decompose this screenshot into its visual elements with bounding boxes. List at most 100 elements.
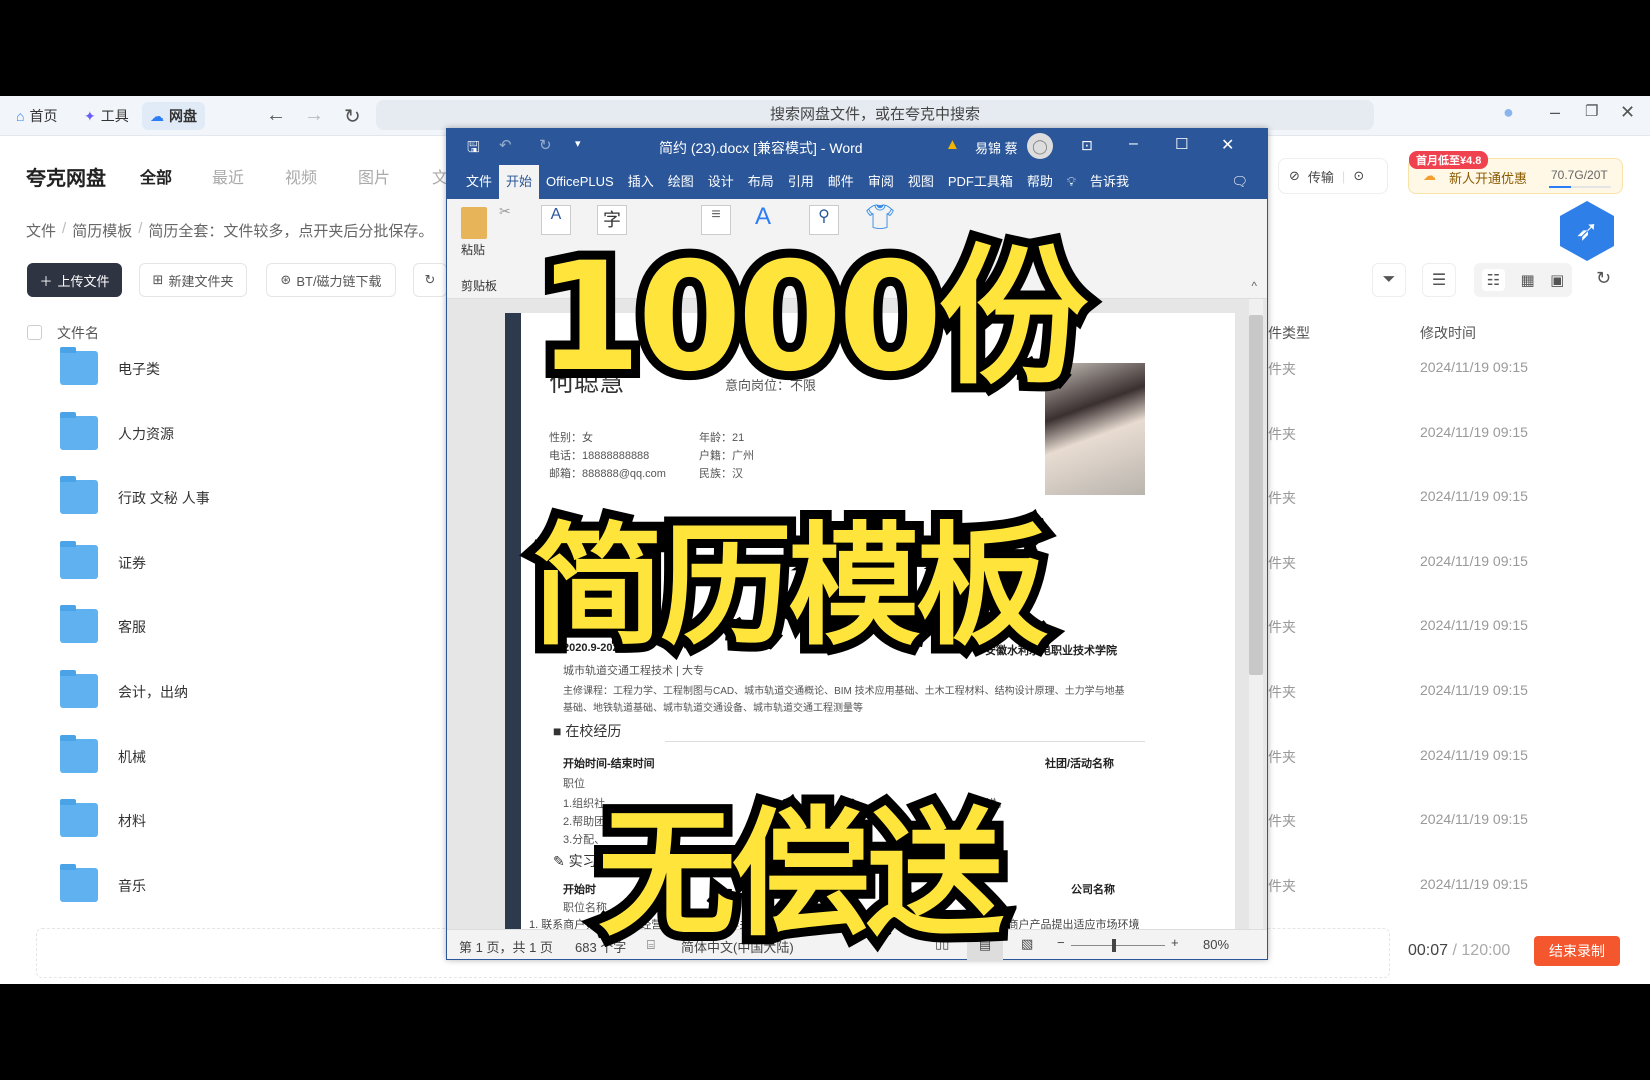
tab-all[interactable]: 全部: [140, 164, 172, 188]
zoom-out-icon[interactable]: −: [1057, 935, 1065, 950]
customize-qat-icon[interactable]: ▾: [575, 137, 581, 150]
reload-list-icon[interactable]: ↻: [1596, 268, 1611, 289]
preview-view-icon[interactable]: ▣: [1550, 271, 1564, 289]
tab-image[interactable]: 图片: [358, 164, 390, 188]
menu-officeplus[interactable]: OfficePLUS: [539, 165, 621, 199]
search-input[interactable]: 搜索网盘文件，或在夸克中搜索: [376, 100, 1374, 130]
back-icon[interactable]: ←: [266, 104, 286, 127]
upload-button[interactable]: ＋上传文件: [27, 263, 122, 297]
file-date: 2024/11/19 09:15: [1420, 423, 1528, 440]
settings-icon[interactable]: ⊙: [1353, 168, 1364, 184]
file-type: 件夹: [1268, 490, 1296, 507]
word-ribbon-tabs: 文件 开始 OfficePLUS 插入 绘图 设计 布局 引用 邮件 审阅 视图…: [447, 165, 1267, 199]
zoom-slider[interactable]: [1071, 939, 1165, 952]
grid-view-icon[interactable]: ▦: [1521, 271, 1535, 289]
menu-draw[interactable]: 绘图: [661, 165, 701, 199]
avatar[interactable]: ◯: [1027, 133, 1053, 159]
filter-icon: ⏷: [1382, 271, 1396, 288]
zoom-level[interactable]: 80%: [1203, 937, 1229, 952]
file-name[interactable]: 行政 文秘 人事: [118, 488, 210, 508]
breadcrumb-item[interactable]: 简历模板: [72, 220, 132, 241]
promo-banner[interactable]: 首月低至¥4.8 ☁ 新人开通优惠 70.7G/20T: [1408, 151, 1623, 194]
file-name[interactable]: 客服: [118, 617, 146, 637]
sparkle-icon: ✦: [84, 107, 96, 124]
tab-home[interactable]: ⌂ 首页: [8, 102, 65, 130]
file-type: 件夹: [1268, 554, 1296, 571]
menu-file[interactable]: 文件: [459, 165, 499, 199]
minimize-icon[interactable]: –: [1129, 135, 1138, 153]
breadcrumb-current: 简历全套：文件较多，点开夹后分批保存。: [148, 223, 434, 240]
collapse-ribbon-icon[interactable]: ^: [1251, 279, 1257, 293]
comments-icon[interactable]: 🗨︎: [1224, 165, 1255, 199]
storage-usage: 70.7G/20T: [1551, 168, 1608, 182]
ribbon-display-icon[interactable]: ⊡: [1081, 137, 1093, 154]
menu-view[interactable]: 视图: [901, 165, 941, 199]
file-name[interactable]: 材料: [118, 811, 146, 831]
file-type: 件夹: [1268, 361, 1296, 377]
tab-netdisk[interactable]: ☁ 网盘: [142, 102, 205, 130]
file-name[interactable]: 人力资源: [118, 424, 174, 444]
restore-icon[interactable]: ❐: [1585, 102, 1598, 120]
close-icon[interactable]: ✕: [1620, 102, 1635, 123]
bt-download-button[interactable]: ⊛ BT/磁力链下载: [266, 263, 396, 297]
file-name[interactable]: 音乐: [118, 876, 146, 896]
file-name[interactable]: 电子类: [118, 359, 160, 379]
forward-icon[interactable]: →: [304, 104, 324, 127]
refresh-button[interactable]: ↻: [413, 263, 447, 297]
menu-pdf-tools[interactable]: PDF工具箱: [941, 165, 1020, 199]
save-icon[interactable]: 🖫: [467, 137, 480, 162]
menu-mailings[interactable]: 邮件: [821, 165, 861, 199]
minimize-icon[interactable]: –: [1550, 102, 1560, 123]
web-layout-icon[interactable]: ▧: [1021, 936, 1033, 952]
bird-mascot-icon[interactable]: ➶: [1560, 201, 1614, 261]
tab-video[interactable]: 视频: [285, 164, 317, 188]
file-name[interactable]: 会计，出纳: [118, 682, 188, 702]
menu-help[interactable]: 帮助: [1020, 165, 1060, 199]
redo-icon[interactable]: ↻: [539, 136, 552, 154]
list-view-icon[interactable]: ☷: [1481, 269, 1506, 291]
paste-icon[interactable]: [461, 207, 487, 239]
cloud-icon: ☁: [150, 107, 164, 124]
transfer-button[interactable]: ⊘ 传输 | ⊙: [1278, 158, 1388, 194]
file-type: 件夹: [1268, 425, 1296, 442]
warning-icon[interactable]: ▲: [945, 136, 960, 153]
folder-icon: [60, 799, 98, 838]
menu-review[interactable]: 审阅: [861, 165, 901, 199]
menu-design[interactable]: 设计: [701, 165, 741, 199]
file-name[interactable]: 证券: [118, 553, 146, 573]
tab-recent[interactable]: 最近: [212, 164, 244, 188]
overlay-line-3: 无偿送: [589, 785, 1013, 964]
paste-button[interactable]: 粘贴: [461, 241, 485, 258]
account-icon[interactable]: ●: [1503, 102, 1514, 123]
breadcrumb-item[interactable]: 文件: [26, 220, 56, 241]
new-folder-button[interactable]: ⊞ 新建文件夹: [139, 263, 247, 297]
menu-references[interactable]: 引用: [781, 165, 821, 199]
refresh-icon: ↻: [424, 272, 436, 287]
file-date: 2024/11/19 09:15: [1420, 552, 1528, 569]
courses-line-2: 基础、地铁轨道基础、城市轨道交通设备、城市轨道交通工程测量等: [563, 703, 863, 714]
menu-tell-me[interactable]: 告诉我: [1083, 165, 1136, 199]
zoom-in-icon[interactable]: +: [1171, 935, 1179, 950]
file-date: 2024/11/19 09:15: [1420, 811, 1528, 828]
filter-button[interactable]: ⏷: [1372, 263, 1406, 297]
transfer-icon: ⊘: [1289, 168, 1300, 183]
select-all-checkbox[interactable]: [27, 325, 42, 340]
page-count[interactable]: 第 1 页，共 1 页: [459, 937, 553, 956]
file-name[interactable]: 机械: [118, 747, 146, 767]
stop-recording-button[interactable]: 结束录制: [1534, 936, 1620, 966]
sort-button[interactable]: ☰: [1422, 263, 1456, 297]
close-icon[interactable]: ✕: [1221, 135, 1234, 155]
undo-icon[interactable]: ↶: [499, 136, 512, 154]
menu-layout[interactable]: 布局: [741, 165, 781, 199]
reload-icon[interactable]: ↻: [344, 104, 361, 129]
cut-icon[interactable]: ✂: [499, 203, 511, 220]
promo-badge: 首月低至¥4.8: [1409, 151, 1489, 169]
book-icon: ■: [553, 723, 562, 739]
menu-insert[interactable]: 插入: [621, 165, 661, 199]
file-date: 2024/11/19 09:15: [1420, 875, 1528, 892]
maximize-icon[interactable]: ☐: [1175, 135, 1188, 153]
plus-icon: ＋: [39, 273, 53, 289]
tab-tools[interactable]: ✦ 工具: [76, 102, 137, 130]
vertical-scrollbar[interactable]: [1249, 299, 1263, 931]
menu-home[interactable]: 开始: [499, 165, 540, 199]
